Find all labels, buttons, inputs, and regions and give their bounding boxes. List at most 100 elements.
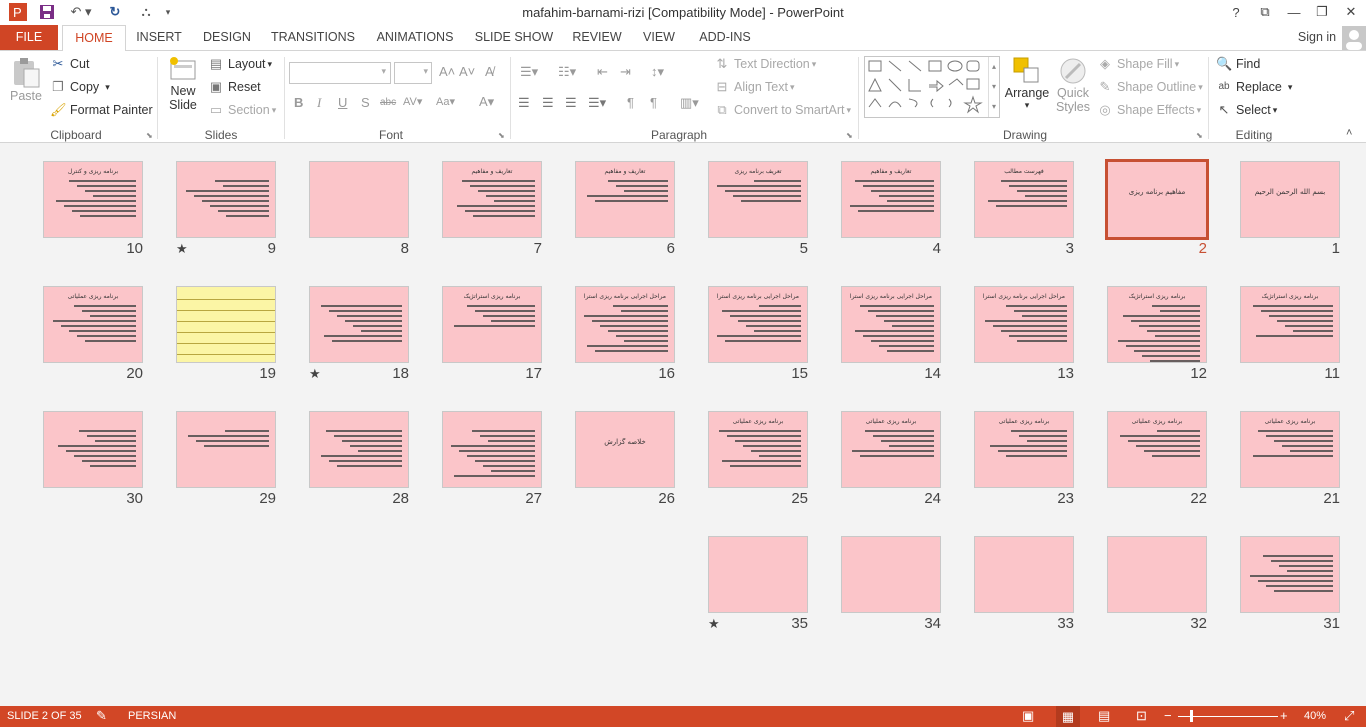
- line-spacing-icon[interactable]: ↕▾: [651, 64, 664, 80]
- slide-preview[interactable]: برنامه ریزی و کنترل: [43, 161, 143, 238]
- animation-star-icon[interactable]: ★: [309, 366, 321, 382]
- slide-preview[interactable]: [176, 161, 276, 238]
- numbering-icon[interactable]: ☷▾: [558, 64, 576, 80]
- avatar[interactable]: [1342, 26, 1366, 50]
- slide-preview[interactable]: برنامه ریزی عملیاتی: [1240, 411, 1340, 488]
- slide-thumbnail[interactable]: تعاریف و مفاهیم 4: [841, 161, 941, 257]
- slide-thumbnail[interactable]: تعاریف و مفاهیم 7: [442, 161, 542, 257]
- slide-preview[interactable]: تعریف برنامه ریزی: [708, 161, 808, 238]
- tab-add-ins[interactable]: ADD-INS: [694, 25, 756, 50]
- drawing-launcher-icon[interactable]: ⬊: [1196, 131, 1203, 140]
- slide-preview[interactable]: برنامه ریزی عملیاتی: [974, 411, 1074, 488]
- ltr-direction-icon[interactable]: ¶: [627, 95, 634, 110]
- tab-slide-show[interactable]: SLIDE SHOW: [474, 25, 554, 50]
- slide-preview[interactable]: [442, 411, 542, 488]
- font-size-combo[interactable]: ▾: [394, 62, 432, 84]
- slide-preview[interactable]: برنامه ریزی استراتژیک: [1107, 286, 1207, 363]
- slide-thumbnail[interactable]: فهرست مطالب 3: [974, 161, 1074, 257]
- decrease-indent-icon[interactable]: ⇤: [597, 64, 608, 80]
- reset-button[interactable]: ▣ Reset: [208, 79, 261, 95]
- slide-thumbnail[interactable]: برنامه ریزی و کنترل 10: [43, 161, 143, 257]
- align-left-icon[interactable]: ☰: [518, 95, 530, 111]
- font-name-combo[interactable]: ▾: [289, 62, 391, 84]
- italic-icon[interactable]: I: [317, 95, 321, 111]
- find-button[interactable]: 🔍 Find: [1216, 56, 1260, 72]
- underline-icon[interactable]: U: [338, 95, 347, 110]
- font-color-icon[interactable]: A▾: [479, 94, 494, 110]
- gallery-scroll[interactable]: ▴ ▾ ▾: [988, 57, 999, 117]
- slide-preview[interactable]: فهرست مطالب: [974, 161, 1074, 238]
- slide-thumbnail[interactable]: برنامه ریزی عملیاتی 24: [841, 411, 941, 507]
- slide-thumbnail[interactable]: مفاهیم برنامه ریزی 2: [1105, 159, 1209, 257]
- slide-thumbnail[interactable]: مراحل اجرایی برنامه ریزی استراتژیک 14: [841, 286, 941, 382]
- tab-animations[interactable]: ANIMATIONS: [372, 25, 458, 50]
- slide-preview[interactable]: برنامه ریزی عملیاتی: [43, 286, 143, 363]
- bold-icon[interactable]: B: [294, 95, 303, 110]
- slide-preview[interactable]: [708, 536, 808, 613]
- zoom-in-icon[interactable]: +: [1280, 708, 1288, 723]
- slide-thumbnail[interactable]: برنامه ریزی استراتژیک 17: [442, 286, 542, 382]
- align-text-button[interactable]: ⊟ Align Text ▾: [714, 79, 795, 95]
- slide-thumbnail[interactable]: 29: [176, 411, 276, 507]
- slide-thumbnail[interactable]: 9 ★: [176, 161, 276, 257]
- copy-button[interactable]: ❐ Copy ▾: [50, 79, 110, 95]
- layout-button[interactable]: ▤ Layout ▾: [208, 56, 272, 72]
- slide-preview[interactable]: خلاصه گزارش: [575, 411, 675, 488]
- shape-fill-button[interactable]: ◈ Shape Fill ▾: [1097, 56, 1179, 72]
- slide-thumbnail[interactable]: 18 ★: [309, 286, 409, 382]
- paste-button[interactable]: Paste: [8, 57, 44, 117]
- cut-button[interactable]: ✂ Cut: [50, 56, 90, 72]
- slide-thumbnail[interactable]: مراحل اجرایی برنامه ریزی استراتژیک 15: [708, 286, 808, 382]
- sign-in-link[interactable]: Sign in: [1292, 25, 1342, 50]
- slide-preview[interactable]: بسم الله الرحمن الرحیم: [1240, 161, 1340, 238]
- tab-file[interactable]: FILE: [0, 25, 58, 50]
- slide-preview[interactable]: [1107, 536, 1207, 613]
- zoom-slider-thumb[interactable]: [1190, 710, 1193, 722]
- slide-thumbnail[interactable]: برنامه ریزی عملیاتی 25: [708, 411, 808, 507]
- slide-thumbnail[interactable]: 33: [974, 536, 1074, 632]
- select-button[interactable]: ↖ Select ▾: [1216, 102, 1278, 118]
- rtl-direction-icon[interactable]: ¶: [650, 95, 657, 110]
- normal-view-icon[interactable]: ▣: [1022, 708, 1034, 724]
- shape-effects-button[interactable]: ◎ Shape Effects ▾: [1097, 102, 1201, 118]
- increase-indent-icon[interactable]: ⇥: [620, 64, 631, 80]
- slide-preview[interactable]: برنامه ریزی استراتژیک: [442, 286, 542, 363]
- tab-insert[interactable]: INSERT: [134, 25, 184, 50]
- align-center-icon[interactable]: ☰: [542, 95, 554, 111]
- slide-thumbnail[interactable]: 32: [1107, 536, 1207, 632]
- slide-thumbnail[interactable]: 28: [309, 411, 409, 507]
- format-painter-button[interactable]: 🖌 Format Painter: [50, 102, 153, 118]
- slide-thumbnail[interactable]: برنامه ریزی استراتژیک 11: [1240, 286, 1340, 382]
- slide-thumbnail[interactable]: خلاصه گزارش 26: [575, 411, 675, 507]
- tab-review[interactable]: REVIEW: [570, 25, 624, 50]
- align-right-icon[interactable]: ☰: [565, 95, 577, 111]
- change-case-icon[interactable]: Aa▾: [436, 95, 455, 108]
- animation-star-icon[interactable]: ★: [176, 241, 188, 257]
- slide-thumbnail[interactable]: برنامه ریزی عملیاتی 21: [1240, 411, 1340, 507]
- slide-thumbnail[interactable]: برنامه ریزی عملیاتی 22: [1107, 411, 1207, 507]
- clear-formatting-icon[interactable]: A̸: [485, 64, 494, 79]
- slide-preview[interactable]: تعاریف و مفاهیم: [841, 161, 941, 238]
- shrink-font-icon[interactable]: A˅: [459, 64, 475, 79]
- font-launcher-icon[interactable]: ⬊: [498, 131, 505, 140]
- slide-preview[interactable]: مراحل اجرایی برنامه ریزی استراتژیک: [575, 286, 675, 363]
- slide-preview[interactable]: [841, 536, 941, 613]
- slide-thumbnail[interactable]: تعریف برنامه ریزی 5: [708, 161, 808, 257]
- animation-star-icon[interactable]: ★: [708, 616, 720, 632]
- quick-styles-button[interactable]: Quick Styles: [1052, 56, 1094, 126]
- slide-thumbnail[interactable]: 34: [841, 536, 941, 632]
- slide-thumbnail[interactable]: بسم الله الرحمن الرحیم 1: [1240, 161, 1340, 257]
- strikethrough-icon[interactable]: abc: [380, 97, 396, 108]
- convert-smartart-button[interactable]: ⧉ Convert to SmartArt ▾: [714, 102, 851, 118]
- slide-thumbnail[interactable]: مراحل اجرایی برنامه ریزی استراتژیک 16: [575, 286, 675, 382]
- close-button[interactable]: ✕: [1337, 2, 1365, 22]
- slide-preview[interactable]: [309, 286, 409, 363]
- grow-font-icon[interactable]: A˄: [439, 64, 455, 79]
- slide-thumbnail[interactable]: 27: [442, 411, 542, 507]
- slide-preview[interactable]: برنامه ریزی عملیاتی: [841, 411, 941, 488]
- slide-thumbnail[interactable]: 31: [1240, 536, 1340, 632]
- minimize-button[interactable]: —: [1280, 2, 1308, 22]
- slide-thumbnail[interactable]: برنامه ریزی عملیاتی 23: [974, 411, 1074, 507]
- slide-preview[interactable]: مراحل اجرایی برنامه ریزی استراتژیک: [974, 286, 1074, 363]
- slide-thumbnail[interactable]: 19: [176, 286, 276, 382]
